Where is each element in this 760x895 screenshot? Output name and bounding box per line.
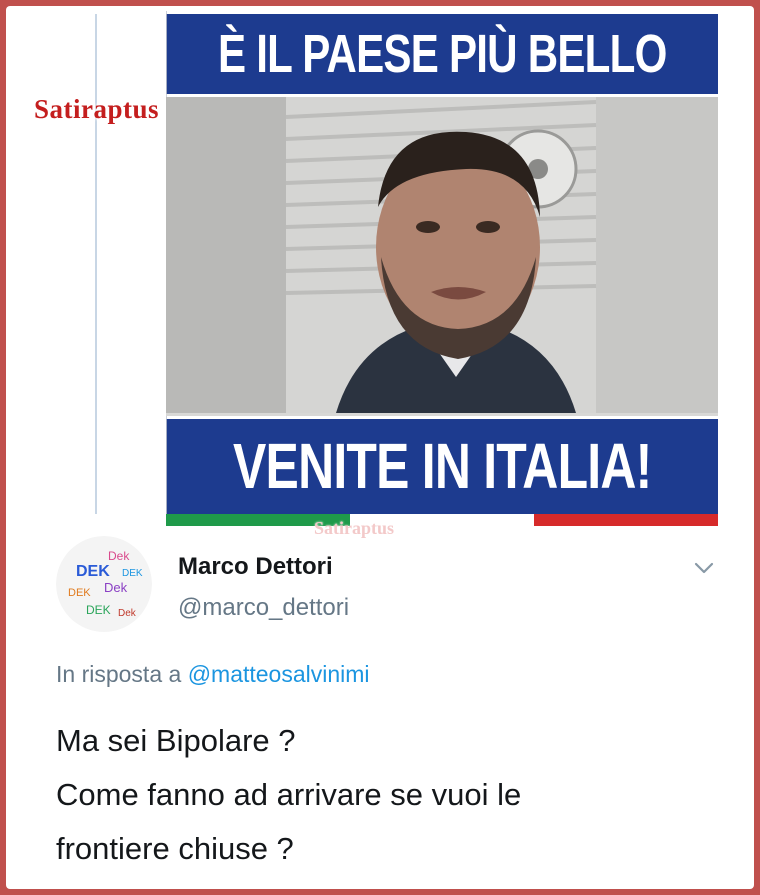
reply-context: In risposta a @matteosalvinimi [56,661,370,688]
svg-text:Dek: Dek [108,549,130,563]
video-frame-photo [166,97,718,413]
svg-text:DEK: DEK [122,568,143,579]
italian-flag-stripe [166,514,718,526]
tweet-media-image[interactable]: È IL PAESE PIÙ BELLO VENITE IN ITALIA! [166,11,718,526]
watermark-logo: Satiraptus [34,94,160,124]
avatar[interactable]: DEK Dek DEK Dek DEK Dek DEK [56,536,152,632]
watermark-overlay: Satiraptus [314,518,395,538]
svg-text:Dek: Dek [118,608,137,619]
top-banner: È IL PAESE PIÙ BELLO [166,11,718,97]
svg-text:DEK: DEK [76,563,110,580]
tweet-text-line: Come fanno ad arrivare se vuoi le [56,777,522,812]
tweet-text: Ma sei Bipolare ? Come fanno ad arrivare… [56,714,736,876]
author-handle[interactable]: @marco_dettori [178,594,349,622]
avatar-logo-icon: DEK Dek DEK Dek DEK Dek DEK [56,536,152,632]
tweet-text-line: Ma sei Bipolare ? [56,723,296,758]
thread-connector-line [95,14,97,514]
reply-prefix: In risposta a [56,661,182,687]
svg-text:DEK: DEK [68,587,91,599]
tweet-text-line: frontiere chiuse ? [56,831,294,866]
chevron-down-icon[interactable] [690,554,718,582]
tweet-card: Satiraptus È IL PAESE PIÙ BELLO VENITE I… [6,6,754,889]
reply-mention-link[interactable]: @matteosalvinimi [188,661,370,687]
author-name[interactable]: Marco Dettori [178,553,333,581]
bottom-banner: VENITE IN ITALIA! [166,416,718,517]
svg-text:Dek: Dek [104,580,128,595]
svg-text:DEK: DEK [86,603,111,617]
